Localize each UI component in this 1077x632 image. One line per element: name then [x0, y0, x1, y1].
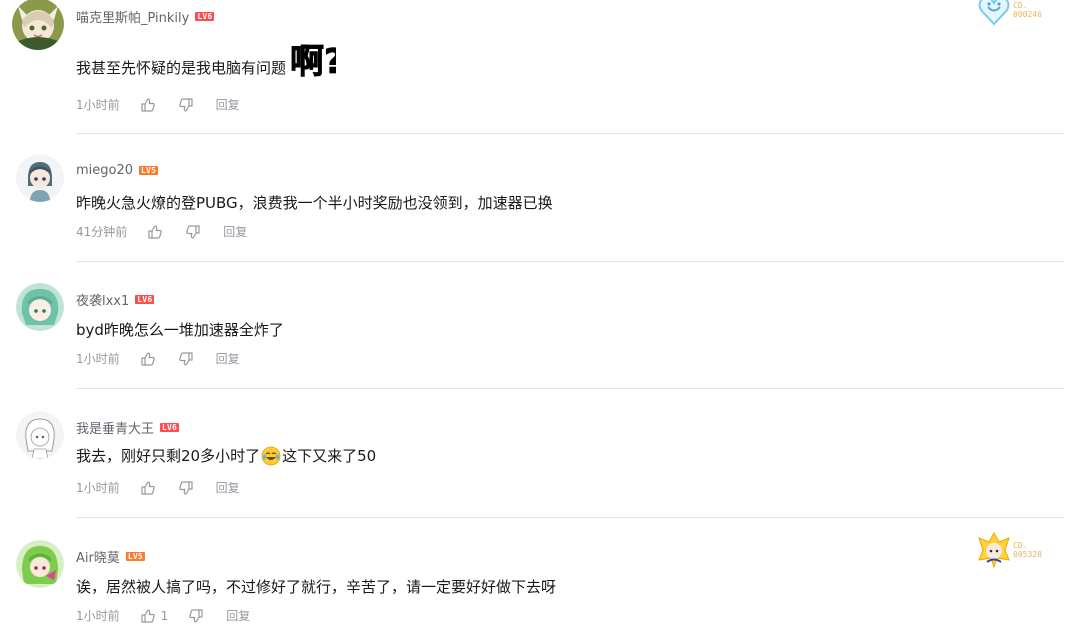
comment-text: 昨晚火急火燎的登PUBG，浪费我一个半小时奖励也没领到，加速器已换: [76, 194, 553, 212]
fan-badge-label: CD.: [1013, 541, 1028, 550]
comment-text-row: 我去，刚好只剩20多小时了 这下又来了50: [76, 445, 376, 466]
comment-item: 喵克里斯帕_Pinkily LV6 我甚至先怀疑的是我电脑有问题 啊? 1小时前…: [0, 0, 1077, 134]
username-row: 喵克里斯帕_Pinkily LV6: [76, 7, 215, 26]
avatar-image: [16, 411, 64, 459]
comment-meta: 1小时前 回复: [76, 350, 240, 367]
username[interactable]: 我是垂青大王: [76, 418, 154, 437]
dislike-icon[interactable]: [178, 97, 194, 113]
comment-meta: 1小时前 1 回复: [76, 607, 250, 624]
reply-button[interactable]: 回复: [216, 479, 240, 496]
level-badge: LV6: [195, 12, 215, 21]
reply-button[interactable]: 回复: [223, 223, 247, 240]
username[interactable]: 喵克里斯帕_Pinkily: [76, 7, 189, 26]
comment-text-row: 诶，居然被人搞了吗，不过修好了就行，辛苦了，请一定要好好做下去呀: [76, 576, 556, 597]
comment-text: byd昨晚怎么一堆加速器全炸了: [76, 321, 284, 339]
comment-meta: 1小时前 回复: [76, 479, 240, 496]
username-row: 夜袭lxx1 LV6: [76, 290, 155, 309]
reply-button[interactable]: 回复: [216, 350, 240, 367]
like-icon[interactable]: [140, 480, 156, 496]
dislike-icon[interactable]: [178, 351, 194, 367]
comment-time: 41分钟前: [76, 225, 128, 239]
username-row: Air晓莫 LV5: [76, 547, 145, 566]
dislike-icon[interactable]: [185, 224, 201, 240]
reply-button[interactable]: 回复: [216, 96, 240, 113]
avatar[interactable]: [12, 0, 64, 50]
username-row: miego20 LV5: [76, 163, 159, 178]
level-badge: LV5: [125, 552, 145, 561]
username-row: 我是垂青大王 LV6: [76, 418, 180, 437]
like-icon[interactable]: [140, 351, 156, 367]
avatar-image: [12, 0, 64, 50]
avatar-image: [16, 283, 64, 331]
fan-badge: CD. 000246: [977, 0, 1042, 26]
comment-text-row: 昨晚火急火燎的登PUBG，浪费我一个半小时奖励也没领到，加速器已换: [76, 192, 553, 213]
comment-text: 我甚至先怀疑的是我电脑有问题: [76, 58, 287, 77]
dislike-icon[interactable]: [178, 480, 194, 496]
dislike-icon[interactable]: [188, 608, 204, 624]
avatar[interactable]: [16, 283, 64, 331]
fan-badge-number: 000246: [1013, 10, 1042, 19]
fan-badge-icon: [978, 0, 1010, 26]
comment-meta: 1小时前 回复: [76, 96, 240, 113]
username[interactable]: miego20: [76, 163, 133, 178]
level-badge: LV5: [139, 166, 159, 175]
comment-text: 诶，居然被人搞了吗，不过修好了就行，辛苦了，请一定要好好做下去呀: [76, 578, 557, 596]
avatar[interactable]: [16, 154, 64, 202]
level-badge: LV6: [135, 295, 155, 304]
fan-badge: CD. 005320: [977, 532, 1042, 568]
comment-text-row: byd昨晚怎么一堆加速器全炸了: [76, 319, 284, 340]
reply-button[interactable]: 回复: [226, 607, 250, 624]
comment-item: miego20 LV5 昨晚火急火燎的登PUBG，浪费我一个半小时奖励也没领到，…: [0, 134, 1077, 262]
level-badge: LV6: [160, 423, 180, 432]
username[interactable]: Air晓莫: [76, 547, 120, 566]
avatar[interactable]: [16, 411, 64, 459]
comment-time: 1小时前: [76, 352, 120, 366]
fan-badge-label: CD.: [1013, 1, 1028, 10]
comment-time: 1小时前: [76, 609, 120, 623]
fan-badge-icon: [978, 532, 1010, 568]
comment-text: 我去，刚好只剩20多小时了: [76, 447, 261, 465]
comment-item: 我是垂青大王 LV6 我去，刚好只剩20多小时了 这下又来了50 1小时前 回复: [0, 389, 1077, 518]
sticker-text: 啊?: [290, 42, 336, 79]
comment-text-after-emoji: 这下又来了50: [282, 447, 377, 465]
avatar-image: [16, 540, 64, 588]
like-icon[interactable]: [140, 608, 156, 624]
comment-item: 夜袭lxx1 LV6 byd昨晚怎么一堆加速器全炸了 1小时前 回复: [0, 261, 1077, 389]
like-icon[interactable]: [147, 224, 163, 240]
comment-text-row: 我甚至先怀疑的是我电脑有问题 啊?: [76, 37, 345, 83]
avatar[interactable]: [16, 540, 64, 588]
avatar-image: [16, 154, 64, 202]
comment-meta: 41分钟前 回复: [76, 223, 247, 240]
comment-time: 1小时前: [76, 481, 120, 495]
username[interactable]: 夜袭lxx1: [76, 290, 129, 309]
like-count: 1: [160, 608, 169, 623]
fan-badge-number: 005320: [1013, 550, 1042, 559]
sticker-image: 啊?: [288, 37, 345, 83]
like-icon[interactable]: [140, 97, 156, 113]
laugh-cry-emoji: [261, 446, 281, 466]
comment-item: Air晓莫 LV5 诶，居然被人搞了吗，不过修好了就行，辛苦了，请一定要好好做下…: [0, 518, 1077, 632]
comment-time: 1小时前: [76, 98, 120, 112]
